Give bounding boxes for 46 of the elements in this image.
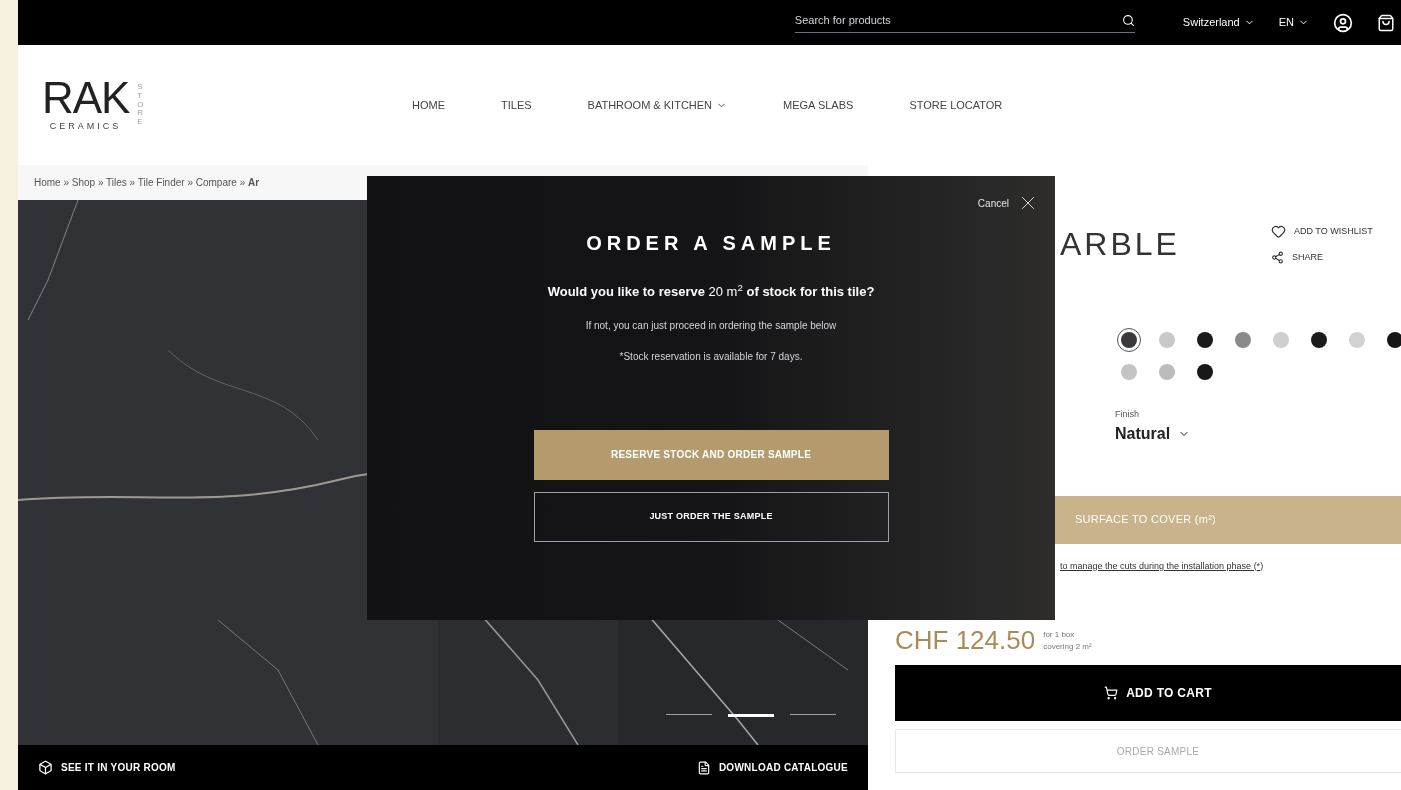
see-in-room-button[interactable]: SEE IT IN YOUR ROOM <box>38 760 176 775</box>
heart-icon <box>1271 224 1286 239</box>
price: CHF 124.50 <box>895 627 1036 653</box>
proceed-note: If not, you can just proceed in ordering the sample below <box>585 318 837 333</box>
bag-icon[interactable] <box>1377 13 1395 32</box>
share-button[interactable]: SHARE <box>1271 251 1401 265</box>
color-swatch[interactable] <box>1197 332 1213 348</box>
color-swatch[interactable] <box>1121 364 1137 380</box>
nav-link[interactable]: STORE LOCATOR <box>909 96 1003 114</box>
wishlist-button[interactable]: ADD TO WISHLIST <box>1271 224 1401 239</box>
color-swatch[interactable] <box>1159 364 1175 380</box>
country-selector[interactable]: Switzerland <box>1182 14 1255 31</box>
color-swatch[interactable] <box>1387 332 1401 348</box>
breadcrumb[interactable]: Home » Shop » Tiles » Tile Finder » Compare » Ar <box>34 175 260 190</box>
order-sample-only-button[interactable]: JUST ORDER THE SAMPLE <box>533 491 889 542</box>
reserve-question: Would you like to reserve 20 m$^{2}$ of stock for this tile? <box>547 282 875 301</box>
product-title: ARBLE <box>1060 225 1180 264</box>
finish-label: Finish <box>1115 408 1140 421</box>
nav-link[interactable]: MEGA SLABS <box>783 96 854 114</box>
add-to-cart-button[interactable]: ADD TO CART <box>895 665 1401 721</box>
color-swatch[interactable] <box>1311 332 1327 348</box>
download-catalogue-button[interactable]: DOWNLOAD CATALOGUE <box>696 760 848 775</box>
nav-link[interactable]: HOME <box>412 96 445 114</box>
color-swatch[interactable] <box>1273 332 1289 348</box>
share-icon <box>1271 251 1284 265</box>
search-input[interactable]: Search for products <box>794 11 1122 29</box>
dialog-title: ORDER A SAMPLE <box>586 231 836 256</box>
cancel-button[interactable]: Cancel <box>977 192 1039 214</box>
cube-icon <box>38 760 53 775</box>
cart-icon <box>1104 686 1119 700</box>
language-selector[interactable]: EN <box>1278 14 1309 31</box>
color-swatch[interactable] <box>1197 364 1213 380</box>
color-swatch[interactable] <box>1121 332 1137 348</box>
color-swatch[interactable] <box>1349 332 1365 348</box>
nav-link[interactable]: BATHROOM & KITCHEN <box>587 96 728 114</box>
color-swatch[interactable] <box>1235 332 1251 348</box>
nav-link[interactable]: TILES <box>501 96 532 114</box>
reservation-disclaimer: *Stock reservation is available for 7 days. <box>619 349 803 364</box>
account-icon[interactable] <box>1333 12 1353 33</box>
coverage: covering 2 m² <box>1043 641 1092 653</box>
color-swatch[interactable] <box>1159 332 1175 348</box>
search-field[interactable]: Search for products <box>794 11 1135 34</box>
document-icon <box>696 760 711 775</box>
price-unit: for 1 box <box>1043 629 1076 641</box>
finish-dropdown[interactable]: Natural <box>1115 421 1401 446</box>
search-icon[interactable] <box>1121 13 1135 27</box>
